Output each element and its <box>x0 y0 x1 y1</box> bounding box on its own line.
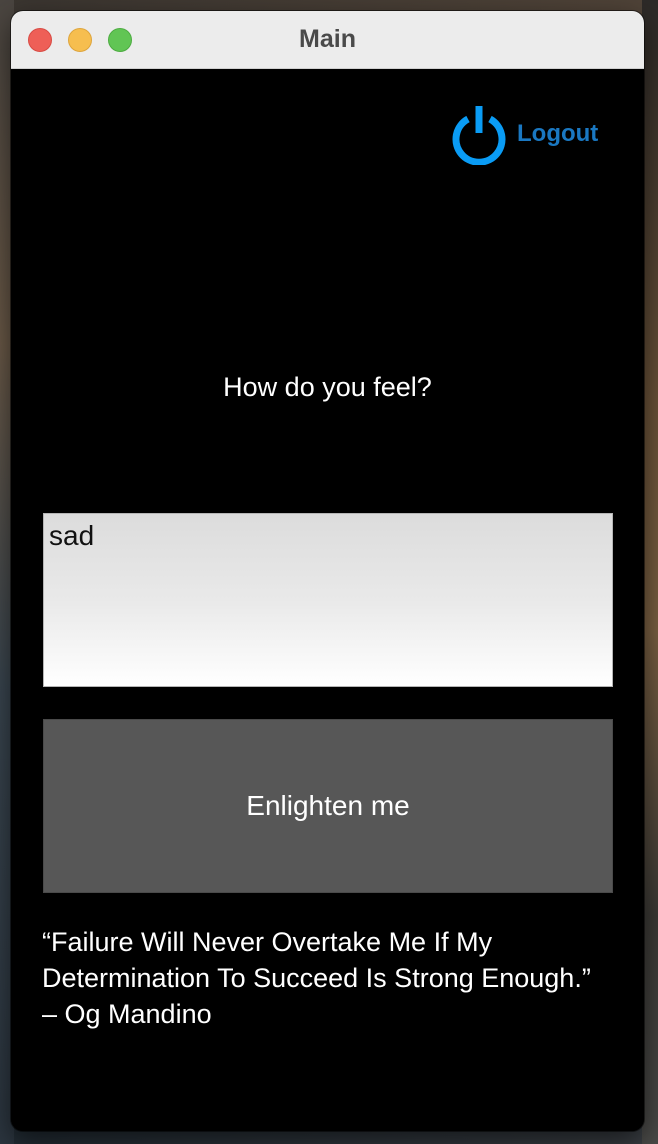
main-window: Main Logout How do you feel? sad Enlight… <box>11 11 644 1131</box>
window-title: Main <box>299 25 356 53</box>
logout-button[interactable]: Logout <box>449 103 599 166</box>
logout-label: Logout <box>517 120 599 147</box>
feeling-question: How do you feel? <box>223 372 432 402</box>
desktop-background <box>642 0 658 1144</box>
power-icon <box>449 103 509 166</box>
main-content: Logout How do you feel? sad Enlighten me… <box>11 69 644 1131</box>
enlighten-button[interactable]: Enlighten me <box>43 719 613 893</box>
quote-text: “Failure Will Never Overtake Me If My De… <box>42 927 591 1029</box>
title-bar[interactable]: Main <box>11 11 644 69</box>
feeling-input[interactable]: sad <box>43 513 613 687</box>
